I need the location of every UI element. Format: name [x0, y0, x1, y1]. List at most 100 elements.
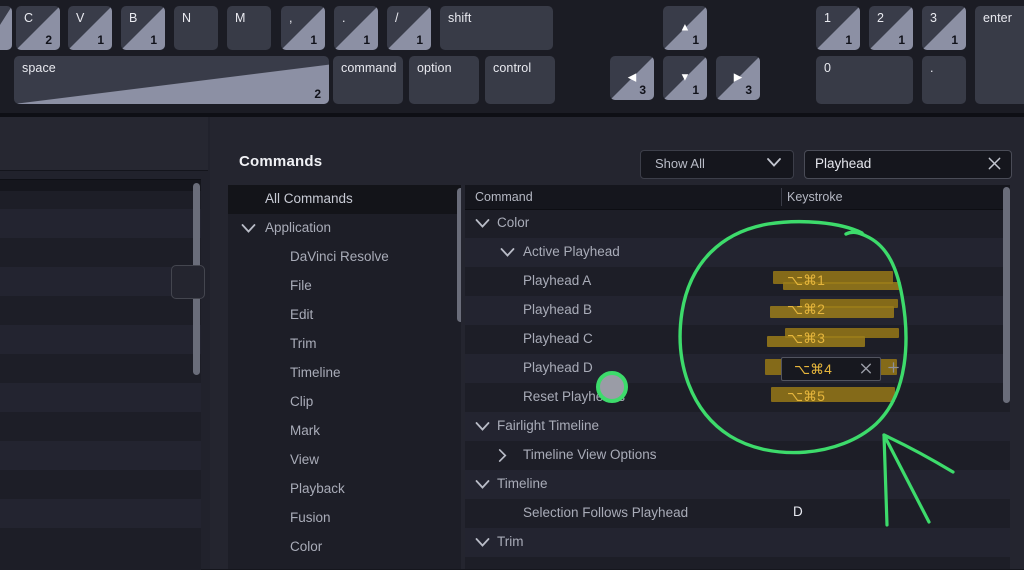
command-category-tree[interactable]: All Commands Application DaVinci Resolve…: [228, 185, 461, 569]
table-row[interactable]: Trim: [465, 528, 1010, 557]
chevron-down-icon[interactable]: [475, 219, 490, 228]
key-arrow-right[interactable]: ▶ 3: [716, 56, 760, 100]
key-enter[interactable]: enter: [975, 6, 1024, 104]
tree-scrollbar[interactable]: [457, 188, 461, 322]
chevron-down-icon[interactable]: [241, 224, 256, 233]
chevron-down-icon[interactable]: [500, 248, 515, 257]
background-row: [0, 180, 201, 191]
key-shade: [68, 6, 112, 50]
key-arrow-left[interactable]: ◀ 3: [610, 56, 654, 100]
table-row[interactable]: [465, 557, 1010, 569]
filter-dropdown[interactable]: Show All: [640, 150, 794, 179]
key-v[interactable]: V 1: [68, 6, 112, 50]
key-num2[interactable]: 2 1: [869, 6, 913, 50]
table-row-keystroke[interactable]: ⌥⌘1: [787, 272, 825, 289]
key-num0[interactable]: 0: [816, 56, 913, 104]
key-control[interactable]: control: [485, 56, 555, 104]
tree-item-edit[interactable]: Edit: [228, 301, 461, 330]
tree-item-trim[interactable]: Trim: [228, 330, 461, 359]
tree-item-file[interactable]: File: [228, 272, 461, 301]
table-scrollbar[interactable]: [1003, 187, 1010, 403]
table-row[interactable]: Playhead D ⌥⌘4: [465, 354, 1010, 383]
key-command[interactable]: command: [333, 56, 403, 104]
table-row[interactable]: Timeline: [465, 470, 1010, 499]
tree-item-label: Mark: [290, 423, 320, 438]
table-row[interactable]: Playhead B ⌥⌘2: [465, 296, 1010, 325]
key-label: enter: [983, 11, 1012, 25]
toggle-square-button[interactable]: [171, 265, 205, 299]
key-option[interactable]: option: [409, 56, 479, 104]
table-row-label: Color: [497, 215, 530, 230]
key-label: N: [182, 11, 192, 25]
chevron-down-icon[interactable]: [475, 480, 490, 489]
table-row[interactable]: Color: [465, 209, 1010, 238]
key-c[interactable]: C 2: [16, 6, 60, 50]
background-panel-header: [0, 117, 208, 171]
right-arrow-icon: ▶: [733, 71, 743, 84]
table-row-label: Fairlight Timeline: [497, 418, 600, 433]
tree-item-playback[interactable]: Playback: [228, 475, 461, 504]
table-row-keystroke[interactable]: D: [793, 504, 803, 519]
key-period[interactable]: . 1: [334, 6, 378, 50]
tree-item-mark[interactable]: Mark: [228, 417, 461, 446]
tree-item-fusion[interactable]: Fusion: [228, 504, 461, 533]
table-row-keystroke[interactable]: ⌥⌘3: [787, 330, 825, 347]
table-row[interactable]: Reset Playheads ⌥⌘5: [465, 383, 1010, 412]
tree-item-view[interactable]: View: [228, 446, 461, 475]
key-comma[interactable]: , 1: [281, 6, 325, 50]
key-label: .: [342, 11, 346, 25]
background-panel-list: [0, 179, 201, 570]
key-arrow-down[interactable]: ▼ 1: [663, 56, 707, 100]
chevron-down-icon[interactable]: [475, 422, 490, 431]
key-m[interactable]: M: [227, 6, 271, 50]
tree-item-label: Fusion: [290, 510, 331, 525]
key-n[interactable]: N: [174, 6, 218, 50]
key-slash[interactable]: / 1: [387, 6, 431, 50]
tree-item-application[interactable]: Application: [228, 214, 461, 243]
table-row-keystroke[interactable]: ⌥⌘2: [787, 301, 825, 318]
column-divider[interactable]: [781, 188, 782, 206]
tree-item-label: DaVinci Resolve: [290, 249, 389, 264]
table-row[interactable]: Timeline View Options: [465, 441, 1010, 470]
key-num1[interactable]: 1 1: [816, 6, 860, 50]
add-keystroke-icon[interactable]: [888, 362, 899, 373]
table-row[interactable]: Playhead C ⌥⌘3: [465, 325, 1010, 354]
key-label: shift: [448, 11, 472, 25]
tree-item-label: All Commands: [265, 191, 353, 206]
keystroke-chip-selected[interactable]: ⌥⌘4: [781, 357, 881, 381]
close-icon[interactable]: [987, 155, 1002, 172]
key-count: 2: [314, 87, 321, 101]
tree-item-label: File: [290, 278, 312, 293]
close-icon[interactable]: [860, 362, 872, 375]
table-row-keystroke[interactable]: ⌥⌘5: [787, 388, 825, 405]
table-row[interactable]: Active Playhead: [465, 238, 1010, 267]
tree-item-color[interactable]: Color: [228, 533, 461, 562]
key-count: 3: [639, 83, 646, 97]
table-row[interactable]: Fairlight Timeline: [465, 412, 1010, 441]
key-space[interactable]: space 2: [14, 56, 329, 104]
tree-item-clip[interactable]: Clip: [228, 388, 461, 417]
tree-item-timeline[interactable]: Timeline: [228, 359, 461, 388]
key-num3[interactable]: 3 1: [922, 6, 966, 50]
background-row: [0, 209, 201, 238]
background-row: [0, 441, 201, 470]
table-row-label: Active Playhead: [523, 244, 620, 259]
key-shift[interactable]: shift: [440, 6, 553, 50]
key-label: M: [235, 11, 246, 25]
background-row: [0, 325, 201, 354]
table-row[interactable]: Selection Follows Playhead D: [465, 499, 1010, 528]
key-shade: [387, 6, 431, 50]
key-arrow-up[interactable]: ▲ 1: [663, 6, 707, 50]
key-b[interactable]: B 1: [121, 6, 165, 50]
search-input-value: Playhead: [815, 156, 872, 171]
chevron-right-icon[interactable]: [498, 449, 507, 462]
tree-item-davinci-resolve[interactable]: DaVinci Resolve: [228, 243, 461, 272]
tree-item-all-commands[interactable]: All Commands: [228, 185, 461, 214]
table-row[interactable]: Playhead A ⌥⌘1: [465, 267, 1010, 296]
commands-dialog: Commands Show All Playhead All Commands: [210, 117, 1024, 569]
table-row-label: Playhead C: [523, 331, 593, 346]
key-partial-left[interactable]: [0, 6, 12, 50]
search-input[interactable]: Playhead: [804, 150, 1012, 179]
chevron-down-icon[interactable]: [475, 538, 490, 547]
key-numdot[interactable]: .: [922, 56, 966, 104]
